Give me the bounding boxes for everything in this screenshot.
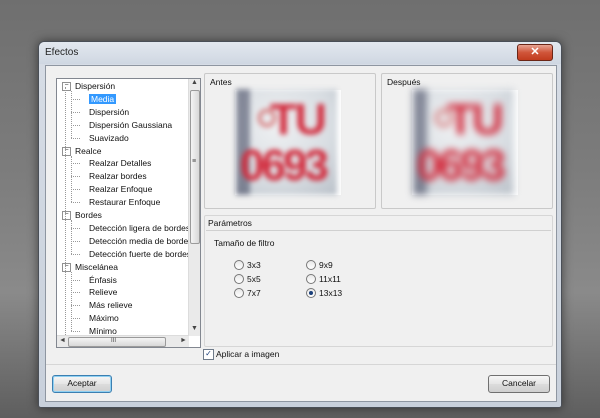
horizontal-scroll-thumb[interactable]: III (68, 337, 166, 347)
tree-category[interactable]: − Bordes (62, 209, 102, 222)
tree-horizontal-scrollbar[interactable]: ◄ III ► (57, 335, 189, 347)
tree-item[interactable]: Dispersión (89, 106, 129, 119)
close-icon: ✕ (530, 46, 540, 58)
before-label: Antes (210, 77, 232, 87)
radio-label: 9x9 (319, 260, 333, 270)
radio-button[interactable] (234, 288, 244, 298)
tree-item-label: Dispersión Gaussiana (89, 119, 173, 130)
cancel-button[interactable]: Cancelar (488, 375, 550, 393)
grip-icon: ≡ (192, 158, 197, 165)
dialog-client-area: − Dispersión Media Dispersión Dispersión Gau… (45, 65, 557, 402)
tree-item-label: Más relieve (89, 300, 133, 311)
tree-category[interactable]: − Dispersión (62, 80, 116, 93)
radio-label: 5x5 (247, 274, 261, 284)
tree-item[interactable]: Detección media de bordes (89, 235, 189, 248)
radio-label: 11x11 (319, 274, 341, 284)
tree-item-label: Realzar Detalles (89, 158, 152, 169)
tree-item-label: Media (89, 93, 117, 104)
tree-item-label: Miscelánea (75, 261, 118, 272)
before-group: Antes TU 0693 (204, 73, 376, 209)
tree-item[interactable]: Media (89, 93, 117, 106)
tree-item[interactable]: Más relieve (89, 299, 132, 312)
collapse-icon[interactable]: − (62, 262, 71, 272)
parameters-label: Parámetros (208, 218, 252, 228)
tree-item-label: Realzar bordes (89, 171, 147, 182)
tree-item[interactable]: Énfasis (89, 274, 117, 287)
scroll-up-icon[interactable]: ▲ (191, 79, 198, 86)
tree-category[interactable]: − Miscelánea (62, 261, 118, 274)
radio-button[interactable] (234, 260, 244, 270)
before-image: TU 0693 (236, 89, 337, 195)
collapse-icon[interactable]: − (62, 146, 71, 156)
scroll-down-icon[interactable]: ▼ (191, 325, 198, 332)
tree-category[interactable]: − Realce (62, 145, 102, 158)
effects-tree[interactable]: − Dispersión Media Dispersión Dispersión Gau… (56, 78, 201, 348)
tree-item[interactable]: Realzar Detalles (89, 157, 151, 170)
tree-item-label: Realzar Enfoque (89, 184, 153, 195)
filter-size-label: Tamaño de filtro (214, 238, 275, 248)
tree-vertical-scrollbar[interactable]: ▲ ≡ ▼ (188, 79, 200, 336)
tree-item-label: Restaurar Enfoque (89, 197, 161, 208)
hgrip-icon: III (111, 338, 117, 344)
after-plate-bottom: 0693 (417, 141, 506, 190)
tree-item[interactable]: Detección ligera de bordes (89, 222, 189, 235)
parameters-group: Parámetros Tamaño de filtro 3x3 5x5 7x7 9x9… (204, 215, 553, 347)
tree-content: − Dispersión Media Dispersión Dispersión Gau… (57, 79, 189, 336)
tree-item-label: Detección media de bordes (89, 235, 189, 246)
tree-item-label: Suavizado (89, 132, 129, 143)
tree-item[interactable]: Detección fuerte de bordes (89, 248, 189, 261)
title-bar[interactable]: Efectos ✕ (39, 42, 561, 64)
scroll-left-icon[interactable]: ◄ (59, 337, 66, 344)
tree-item[interactable]: Dispersión Gaussiana (89, 119, 172, 132)
tree-item[interactable]: Restaurar Enfoque (89, 196, 160, 209)
tree-item-label: Realce (75, 145, 102, 156)
after-label: Después (387, 77, 421, 87)
tree-item-label: Detección ligera de bordes (89, 222, 189, 233)
tree-item-label: Detección fuerte de bordes (89, 248, 189, 259)
radio-button[interactable] (306, 288, 316, 298)
after-plate-top: TU (447, 95, 504, 144)
after-preview: TU 0693 (412, 89, 518, 195)
radio-label: 7x7 (247, 288, 261, 298)
collapse-icon[interactable]: − (62, 211, 71, 220)
before-plate-top: TU (270, 95, 327, 144)
checkmark-icon: ✓ (205, 349, 212, 358)
effects-dialog: Efectos ✕ − Dispersión Media Dispersión Disp… (38, 41, 562, 408)
radio-button[interactable] (234, 274, 244, 284)
tree-item-label: Dispersión (89, 106, 130, 117)
tree-item-label: Dispersión (75, 81, 116, 91)
accept-button[interactable]: Aceptar (52, 375, 112, 393)
radio-button[interactable] (306, 274, 316, 284)
radio-button[interactable] (306, 260, 316, 270)
tree-item[interactable]: Relieve (89, 286, 117, 299)
before-preview: TU 0693 (235, 89, 341, 195)
before-plate-bottom: 0693 (240, 141, 329, 190)
tree-item-label: Bordes (75, 210, 102, 220)
scroll-right-icon[interactable]: ► (180, 337, 187, 344)
apply-to-image-checkbox[interactable]: ✓ (203, 349, 214, 360)
radio-label: 3x3 (247, 260, 261, 270)
close-button[interactable]: ✕ (517, 44, 553, 61)
after-group: Después TU 0693 (381, 73, 553, 209)
tree-item[interactable]: Máximo (89, 312, 119, 325)
tree-item-label: Máximo (89, 313, 119, 324)
radio-label: 13x13 (319, 288, 343, 298)
collapse-icon[interactable]: − (62, 82, 71, 91)
tree-item-label: Énfasis (89, 274, 117, 285)
after-image: TU 0693 (413, 89, 514, 195)
apply-to-image-label[interactable]: Aplicar a imagen (216, 349, 279, 359)
tree-item-label: Relieve (89, 287, 118, 298)
tree-item[interactable]: Suavizado (89, 132, 129, 145)
window-title: Efectos (45, 47, 79, 58)
vertical-scroll-thumb[interactable]: ≡ (190, 90, 200, 244)
tree-item[interactable]: Realzar Enfoque (89, 183, 152, 196)
tree-item[interactable]: Realzar bordes (89, 170, 147, 183)
